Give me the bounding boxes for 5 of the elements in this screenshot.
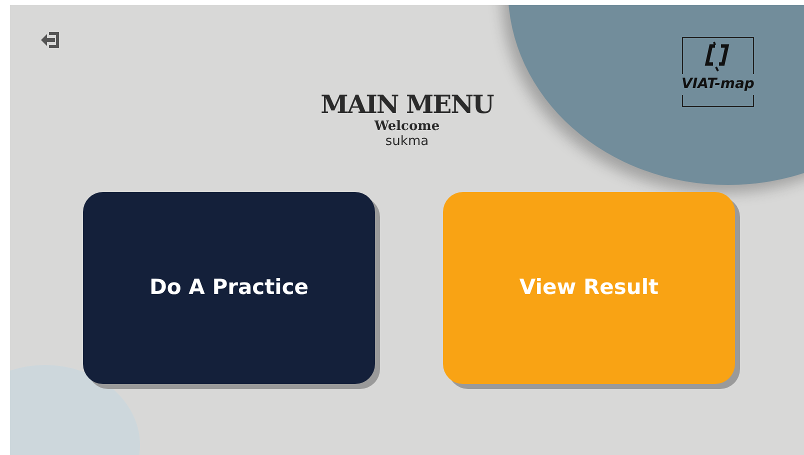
welcome-text: Welcome (373, 118, 441, 134)
page-title: MAIN MENU (320, 91, 495, 118)
logo-text: VIAT-map (680, 74, 756, 95)
menu-button[interactable]: Do A Practice (83, 192, 375, 384)
username: sukma (384, 134, 430, 151)
